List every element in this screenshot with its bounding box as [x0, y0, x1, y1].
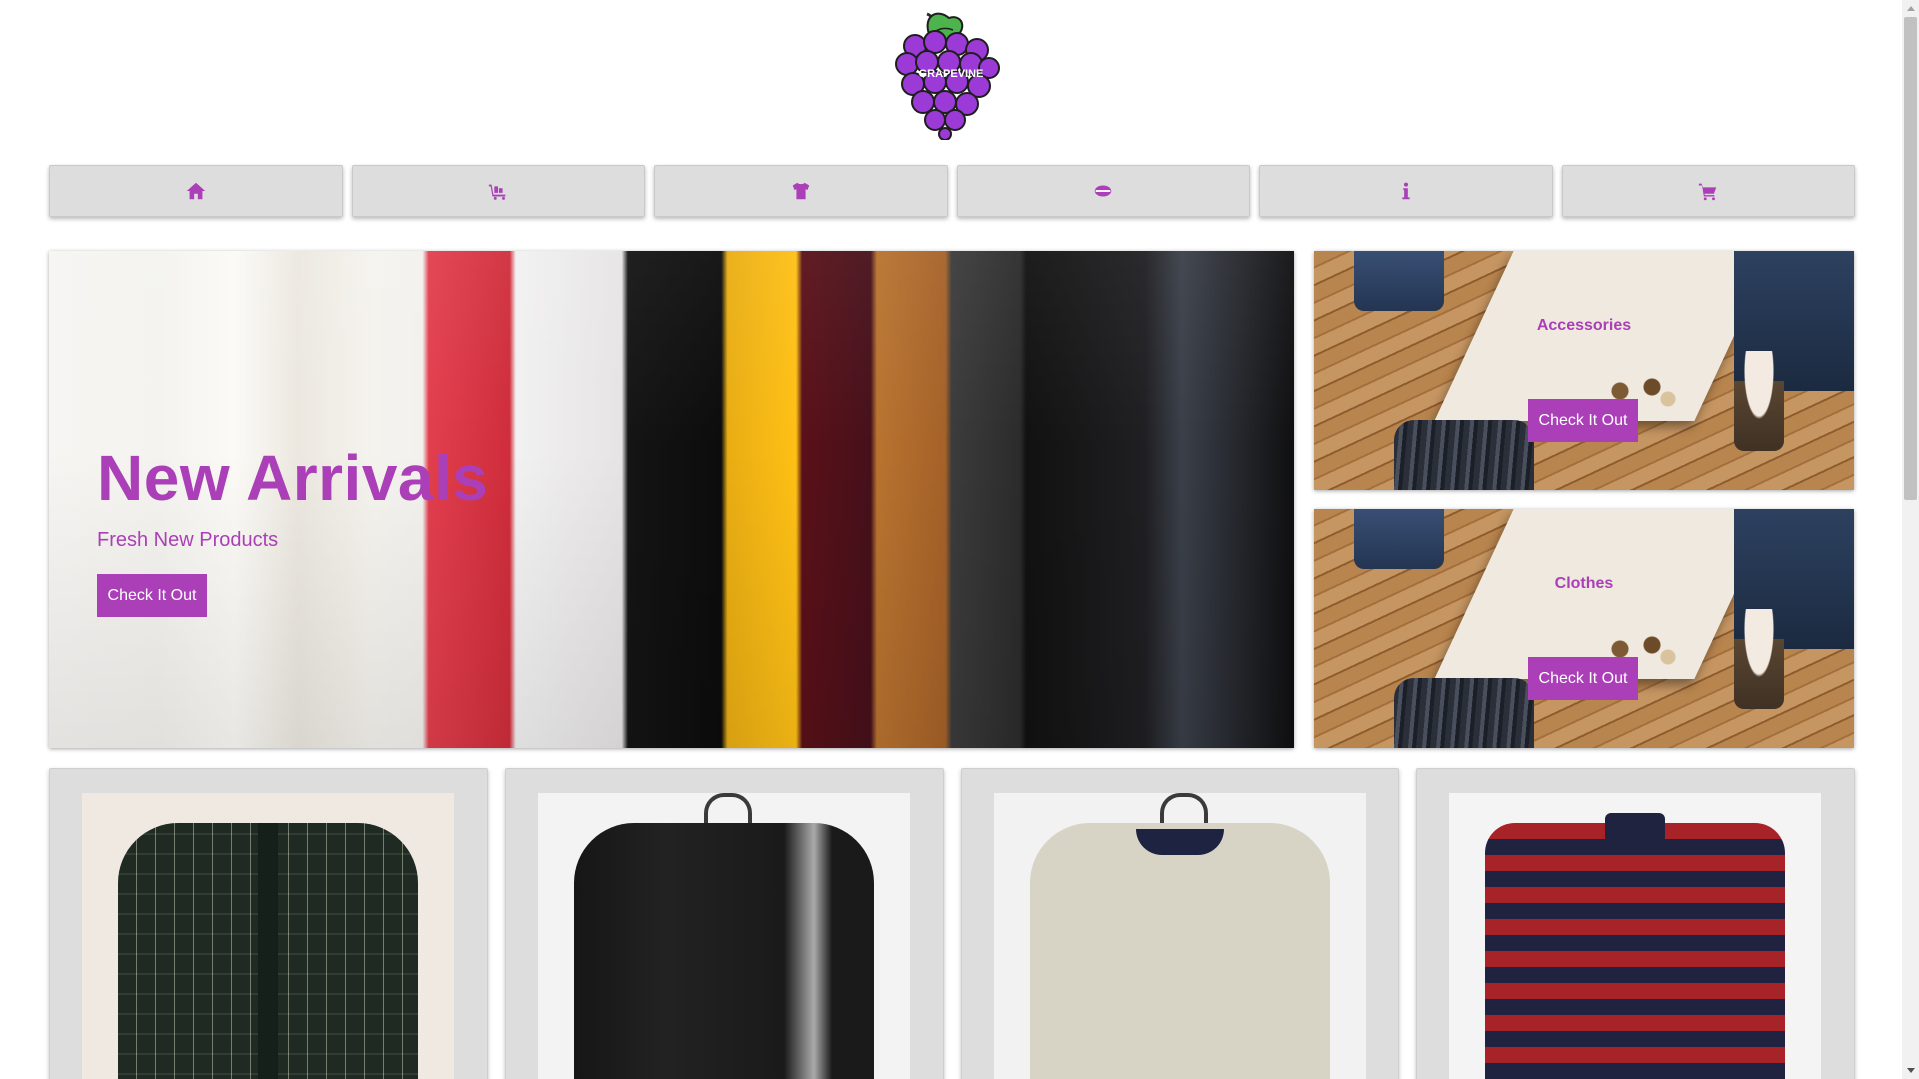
promo-clothes-button[interactable]: Check It Out — [1528, 657, 1638, 700]
grapevine-logo[interactable]: GRAPEVINE — [893, 4, 1001, 141]
main-nav — [49, 165, 1855, 217]
scroll-down-arrow-icon[interactable] — [1902, 1062, 1919, 1079]
nav-clothes-button[interactable] — [654, 165, 948, 217]
product-card[interactable] — [49, 768, 488, 1079]
scroll-thumb[interactable] — [1904, 17, 1917, 500]
promo-jeans-image — [1354, 251, 1444, 311]
hero-title: New Arrivals — [97, 442, 489, 514]
nav-shop-button[interactable] — [351, 165, 645, 217]
page: GRAPEVINE New Arrivals Fresh New Product… — [0, 0, 1902, 1079]
promo-mannequin-image — [1734, 351, 1784, 451]
info-icon — [1402, 182, 1410, 200]
hero-check-it-out-button[interactable]: Check It Out — [97, 574, 207, 617]
product-card[interactable] — [1416, 768, 1855, 1079]
promo-clothes: Clothes Check It Out — [1314, 509, 1854, 748]
promo-label: Accessories — [1536, 317, 1632, 334]
promo-rack-image — [1394, 420, 1534, 490]
promo-accessories-button[interactable]: Check It Out — [1528, 399, 1638, 442]
promo-rack-image — [1394, 678, 1534, 748]
brand-name: GRAPEVINE — [919, 68, 984, 80]
product-grid — [49, 768, 1855, 1079]
shirt-icon — [792, 182, 809, 200]
nav-cart-button[interactable] — [1561, 165, 1855, 217]
product-image[interactable] — [1449, 793, 1822, 1079]
home-icon — [186, 182, 205, 200]
cart-icon — [1699, 183, 1717, 201]
promo-mannequin-image — [1734, 609, 1784, 709]
nav-home-button[interactable] — [49, 165, 343, 217]
hat-icon — [1095, 185, 1112, 197]
product-image[interactable] — [82, 793, 454, 1079]
promo-jeans-image — [1354, 509, 1444, 569]
product-image[interactable] — [537, 793, 910, 1079]
product-image[interactable] — [993, 793, 1366, 1079]
product-card[interactable] — [960, 768, 1400, 1079]
vertical-scrollbar[interactable] — [1902, 0, 1919, 1079]
shop-icon — [489, 184, 506, 200]
scroll-up-arrow-icon[interactable] — [1902, 0, 1919, 17]
nav-info-button[interactable] — [1259, 165, 1553, 217]
hero-subtitle: Fresh New Products — [97, 529, 279, 551]
nav-accessories-button[interactable] — [956, 165, 1250, 217]
promo-label: Clothes — [1554, 575, 1614, 592]
hero-banner: New Arrivals Fresh New Products Check It… — [49, 251, 1294, 748]
promo-accessories: Accessories Check It Out — [1314, 251, 1854, 490]
product-card[interactable] — [504, 768, 944, 1079]
